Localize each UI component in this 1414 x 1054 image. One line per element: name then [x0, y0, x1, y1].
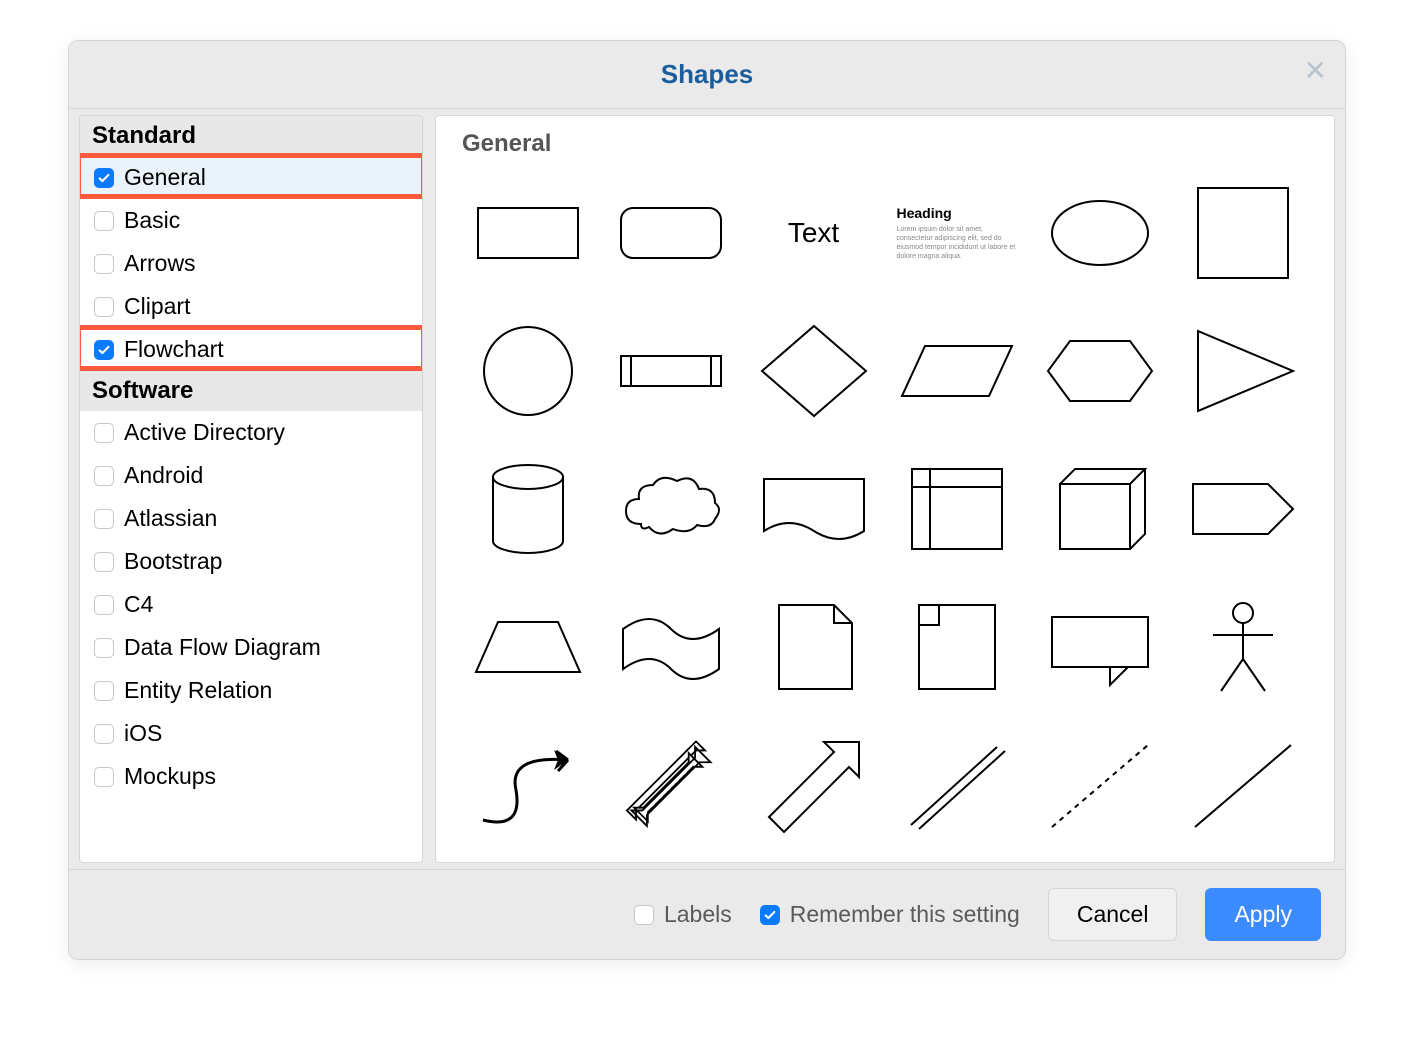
sidebar-item-flowchart[interactable]: Flowchart [80, 328, 422, 371]
sidebar-item-arrows[interactable]: Arrows [80, 242, 422, 285]
checkbox-icon [94, 595, 114, 615]
sidebar-item-label: Bootstrap [124, 548, 222, 575]
shape-double-line[interactable] [891, 730, 1022, 840]
sidebar-item-general[interactable]: General [80, 156, 422, 199]
checkbox-icon [634, 905, 654, 925]
shape-text[interactable]: Text [748, 178, 879, 288]
sidebar-item-label: Active Directory [124, 419, 285, 446]
shape-cube[interactable] [1034, 454, 1165, 564]
shape-rounded-rectangle[interactable] [605, 178, 736, 288]
sidebar-item-label: Clipart [124, 293, 190, 320]
checkbox-icon [94, 509, 114, 529]
shape-parallelogram[interactable] [891, 316, 1022, 426]
sidebar-item-clipart[interactable]: Clipart [80, 285, 422, 328]
checkbox-icon [94, 724, 114, 744]
close-icon[interactable]: ✕ [1304, 57, 1327, 85]
checkbox-icon [94, 767, 114, 787]
checkbox-icon [94, 681, 114, 701]
checkbox-icon [94, 297, 114, 317]
sidebar-item-label: Data Flow Diagram [124, 634, 321, 661]
sidebar-item-data-flow-diagram[interactable]: Data Flow Diagram [80, 626, 422, 669]
sidebar-item-entity-relation[interactable]: Entity Relation [80, 669, 422, 712]
sidebar-item-c4[interactable]: C4 [80, 583, 422, 626]
shape-callout[interactable] [1034, 592, 1165, 702]
checkbox-icon [94, 423, 114, 443]
shape-page-corner[interactable] [891, 592, 1022, 702]
shape-category-sidebar[interactable]: Standard General Basic Arrows Clipart Flowcha… [79, 115, 423, 863]
shape-step-arrow[interactable] [1177, 454, 1308, 564]
shape-square[interactable] [1177, 178, 1308, 288]
shape-cylinder[interactable] [462, 454, 593, 564]
shape-wave[interactable] [605, 592, 736, 702]
shape-card-wavy[interactable] [748, 454, 879, 564]
checkbox-icon [94, 168, 114, 188]
category-header: Software [80, 371, 422, 411]
sidebar-item-label: Android [124, 462, 203, 489]
shape-circle[interactable] [462, 316, 593, 426]
sidebar-item-android[interactable]: Android [80, 454, 422, 497]
shape-internal-storage[interactable] [891, 454, 1022, 564]
sidebar-item-label: Mockups [124, 763, 216, 790]
shape-triangle-right[interactable] [1177, 316, 1308, 426]
preview-title: General [462, 130, 1308, 158]
shape-ellipse[interactable] [1034, 178, 1165, 288]
sidebar-item-active-directory[interactable]: Active Directory [80, 411, 422, 454]
shape-diamond[interactable] [748, 316, 879, 426]
shape-solid-line[interactable] [1177, 730, 1308, 840]
preview-wrap: General TextHeadingLorem ipsum dolor sit… [429, 109, 1345, 869]
shape-single-arrow[interactable] [748, 730, 879, 840]
sidebar-item-mockups[interactable]: Mockups [80, 755, 422, 798]
checkbox-icon [94, 254, 114, 274]
labels-checkbox[interactable]: Labels [634, 901, 732, 928]
shape-process-bar[interactable] [605, 316, 736, 426]
shape-heading-paragraph[interactable]: HeadingLorem ipsum dolor sit amet, conse… [891, 178, 1022, 288]
sidebar-item-label: Entity Relation [124, 677, 272, 704]
sidebar-item-bootstrap[interactable]: Bootstrap [80, 540, 422, 583]
checkbox-icon [94, 552, 114, 572]
sidebar-item-atlassian[interactable]: Atlassian [80, 497, 422, 540]
shapes-dialog: Shapes ✕ Standard General Basic Arrows Clipa… [68, 40, 1346, 960]
checkbox-icon [760, 905, 780, 925]
remember-checkbox[interactable]: Remember this setting [760, 901, 1020, 928]
checkbox-icon [94, 340, 114, 360]
sidebar-item-label: Arrows [124, 250, 196, 277]
shape-curve-arrow[interactable] [462, 730, 593, 840]
shape-rectangle[interactable] [462, 178, 593, 288]
dialog-title: Shapes [661, 59, 754, 90]
shape-actor[interactable] [1177, 592, 1308, 702]
shape-page[interactable] [748, 592, 879, 702]
shape-double-arrow[interactable] [605, 730, 736, 840]
checkbox-icon [94, 211, 114, 231]
shape-hexagon[interactable] [1034, 316, 1165, 426]
dialog-header: Shapes ✕ [69, 41, 1345, 109]
sidebar-item-label: Atlassian [124, 505, 217, 532]
sidebar-item-label: C4 [124, 591, 153, 618]
apply-button[interactable]: Apply [1205, 888, 1321, 941]
cancel-button[interactable]: Cancel [1048, 888, 1178, 941]
checkbox-icon [94, 638, 114, 658]
sidebar-item-label: General [124, 164, 206, 191]
shape-dashed-line[interactable] [1034, 730, 1165, 840]
sidebar-item-ios[interactable]: iOS [80, 712, 422, 755]
checkbox-icon [94, 466, 114, 486]
sidebar-item-label: iOS [124, 720, 162, 747]
shape-preview-panel[interactable]: General TextHeadingLorem ipsum dolor sit… [435, 115, 1335, 863]
sidebar-item-label: Basic [124, 207, 180, 234]
category-header: Standard [80, 116, 422, 156]
labels-checkbox-label: Labels [664, 901, 732, 928]
shape-grid: TextHeadingLorem ipsum dolor sit amet, c… [462, 178, 1308, 863]
dialog-footer: Labels Remember this setting Cancel Appl… [69, 869, 1345, 959]
shape-trapezoid[interactable] [462, 592, 593, 702]
sidebar-wrap: Standard General Basic Arrows Clipart Flowcha… [69, 109, 429, 869]
sidebar-item-basic[interactable]: Basic [80, 199, 422, 242]
remember-checkbox-label: Remember this setting [790, 901, 1020, 928]
shape-cloud[interactable] [605, 454, 736, 564]
dialog-body: Standard General Basic Arrows Clipart Flowcha… [69, 109, 1345, 869]
sidebar-item-label: Flowchart [124, 336, 224, 363]
